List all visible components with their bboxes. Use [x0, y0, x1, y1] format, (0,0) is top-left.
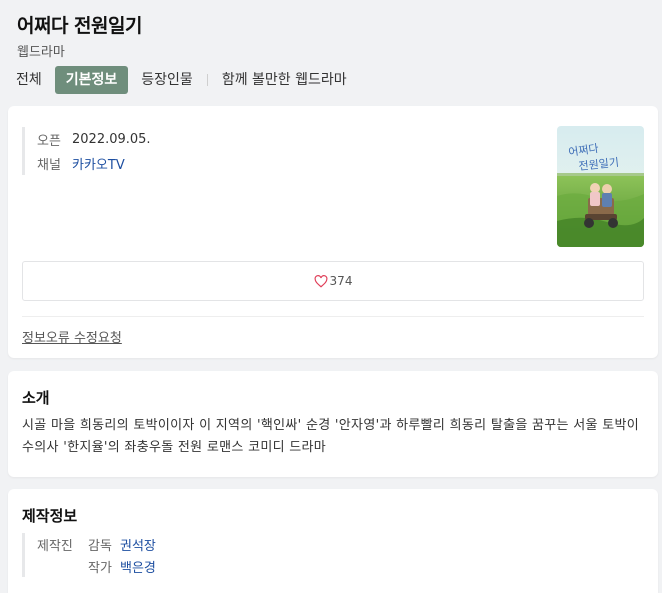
- info-key: 채널: [37, 157, 61, 173]
- credit-group-label: 제작진: [37, 538, 73, 554]
- production-card: 제작정보 제작진 감독 권석장 작가 백은경: [8, 489, 658, 593]
- page-header: 어쩌다 전원일기 웹드라마 전체 기본정보 등장인물 함께 볼만한 웹드라마: [0, 0, 662, 106]
- basic-info-card: 오픈 2022.09.05. 채널 카카오TV 어쩌다 전원일기 374 정보오…: [8, 106, 658, 358]
- tab-characters[interactable]: 등장인물: [134, 66, 200, 94]
- credit-row-director: 제작진 감독 권석장: [37, 533, 156, 555]
- tab-bar: 전체 기본정보 등장인물 함께 볼만한 웹드라마: [16, 66, 354, 94]
- credit-name-link[interactable]: 권석장: [120, 535, 156, 554]
- tab-all[interactable]: 전체: [16, 66, 49, 94]
- info-value: 2022.09.05.: [72, 131, 151, 147]
- heart-icon: [314, 274, 327, 288]
- tab-related[interactable]: 함께 볼만한 웹드라마: [215, 66, 354, 94]
- tab-basic-info[interactable]: 기본정보: [54, 66, 129, 94]
- production-title: 제작정보: [22, 507, 78, 525]
- tab-divider: [206, 74, 208, 86]
- page-title: 어쩌다 전원일기: [17, 15, 142, 37]
- intro-title: 소개: [22, 389, 50, 407]
- info-row-channel: 채널 카카오TV: [37, 151, 151, 175]
- credit-row-writer: 작가 백은경: [37, 555, 156, 577]
- like-count: 374: [329, 274, 353, 288]
- info-key: 오픈: [37, 133, 61, 149]
- channel-link[interactable]: 카카오TV: [72, 154, 125, 173]
- poster-illustration: 어쩌다 전원일기: [557, 126, 644, 247]
- credit-name-link[interactable]: 백은경: [120, 557, 156, 576]
- like-button[interactable]: 374: [22, 261, 644, 301]
- report-error-link[interactable]: 정보오류 수정요청: [22, 327, 122, 346]
- info-row-open: 오픈 2022.09.05.: [37, 127, 151, 151]
- credit-list: 제작진 감독 권석장 작가 백은경: [22, 533, 156, 577]
- credit-role: 작가: [88, 560, 112, 576]
- divider: [22, 316, 644, 317]
- credit-role: 감독: [88, 538, 112, 554]
- page-subtitle: 웹드라마: [17, 45, 65, 60]
- info-list: 오픈 2022.09.05. 채널 카카오TV: [22, 127, 151, 175]
- intro-card: 소개 시골 마을 희동리의 토박이이자 이 지역의 '핵인싸' 순경 '안자영'…: [8, 371, 658, 477]
- poster-image[interactable]: 어쩌다 전원일기: [557, 126, 644, 247]
- intro-text: 시골 마을 희동리의 토박이이자 이 지역의 '핵인싸' 순경 '안자영'과 하…: [22, 418, 639, 455]
